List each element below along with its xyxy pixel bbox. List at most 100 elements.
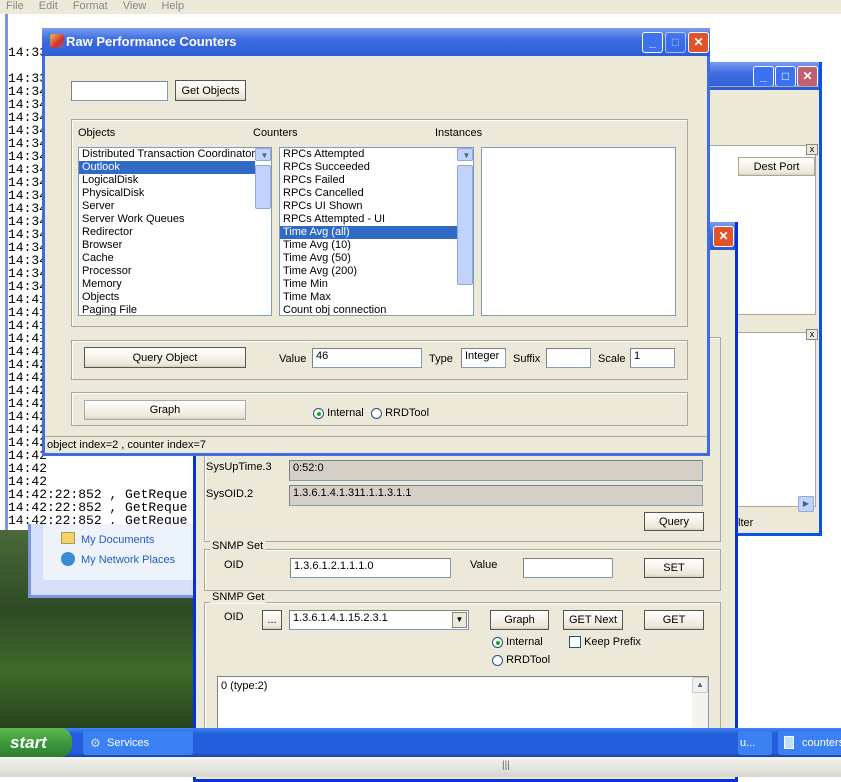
close-button[interactable]: ✕ xyxy=(688,32,709,53)
list-item[interactable]: Processor xyxy=(79,265,255,278)
list-item[interactable]: Redirector xyxy=(79,226,255,239)
instances-listbox[interactable] xyxy=(481,147,676,316)
scrollbar[interactable]: ▲▼ xyxy=(457,148,473,285)
list-item[interactable]: Time Min xyxy=(280,278,457,291)
scale-field[interactable]: 1 xyxy=(630,348,675,368)
list-item[interactable]: Cache xyxy=(79,252,255,265)
value-field[interactable]: 46 xyxy=(312,348,422,368)
type-label: Type xyxy=(429,353,453,365)
instances-label: Instances xyxy=(435,127,483,139)
list-item[interactable]: Paging File xyxy=(79,304,255,315)
counters-listbox[interactable]: RPCs Attempted RPCs Succeeded RPCs Failed R… xyxy=(279,147,474,316)
list-item[interactable]: RPCs Cancelled xyxy=(280,187,457,200)
list-item[interactable]: Time Avg (all) xyxy=(280,226,457,239)
radio-internal[interactable]: Internal xyxy=(313,407,364,419)
document-icon xyxy=(784,736,794,749)
column-header-dest-port[interactable]: Dest Port xyxy=(738,157,815,176)
network-icon xyxy=(61,552,75,566)
list-item[interactable]: Browser xyxy=(79,239,255,252)
scroll-right-arrow[interactable]: ▶ xyxy=(798,496,814,512)
radio-internal[interactable]: Internal xyxy=(492,636,543,648)
list-item[interactable]: Time Avg (50) xyxy=(280,252,457,265)
browse-oid-button[interactable]: ... xyxy=(262,610,282,630)
menu-view[interactable]: View xyxy=(123,0,147,12)
close-pane-icon[interactable]: x xyxy=(806,329,818,340)
menu-help[interactable]: Help xyxy=(161,0,184,12)
scrollbar[interactable]: ▲▼ xyxy=(255,148,271,209)
checkbox-icon xyxy=(569,636,581,649)
status-text: object index=2 , counter index=7 xyxy=(47,439,207,451)
graph-button[interactable]: Graph xyxy=(84,400,246,420)
close-button[interactable]: ✕ xyxy=(713,226,734,247)
radio-icon xyxy=(492,654,503,666)
get-oid-label: OID xyxy=(224,611,244,623)
list-item[interactable]: Distributed Transaction Coordinator xyxy=(79,148,255,161)
maximize-button[interactable]: □ xyxy=(775,66,796,87)
query-object-button[interactable]: Query Object xyxy=(84,347,246,368)
radio-label: RRDTool xyxy=(385,407,430,419)
list-item[interactable]: Time Avg (200) xyxy=(280,265,457,278)
menu-file[interactable]: File xyxy=(6,0,24,12)
list-item[interactable]: RPCs Attempted - UI xyxy=(280,213,457,226)
close-button[interactable]: ✕ xyxy=(797,66,818,87)
list-item[interactable]: Memory xyxy=(79,278,255,291)
get-oid-combobox[interactable]: 1.3.6.1.4.1.15.2.3.1 ▼ xyxy=(289,610,469,630)
minimize-button[interactable]: _ xyxy=(642,32,663,53)
list-item[interactable]: RPCs Attempted xyxy=(280,148,457,161)
get-next-button[interactable]: GET Next xyxy=(563,610,623,630)
list-item[interactable]: Server xyxy=(79,200,255,213)
get-button[interactable]: GET xyxy=(644,610,704,630)
list-item[interactable]: Time Max xyxy=(280,291,457,304)
start-item-my-network-places[interactable]: My Network Places xyxy=(81,554,175,566)
list-item[interactable]: Time Avg (10) xyxy=(280,239,457,252)
list-item[interactable]: Outlook xyxy=(79,161,255,174)
radio-rrdtool[interactable]: RRDTool xyxy=(371,407,429,419)
get-graph-button[interactable]: Graph xyxy=(490,610,549,630)
taskbar-item-truncated[interactable]: u... xyxy=(738,731,772,755)
list-item[interactable]: RPCs Failed xyxy=(280,174,457,187)
menu-format[interactable]: Format xyxy=(73,0,108,12)
list-item[interactable]: RPCs UI Shown xyxy=(280,200,457,213)
sysoid-field: 1.3.6.1.4.1.311.1.1.3.1.1 xyxy=(289,485,703,506)
maximize-button: □ xyxy=(665,32,686,53)
set-value-input[interactable] xyxy=(523,558,613,578)
snmp-set-legend: SNMP Set xyxy=(210,540,266,552)
list-item[interactable]: Objects xyxy=(79,291,255,304)
close-pane-icon[interactable]: x xyxy=(806,144,818,155)
checkbox-label: Keep Prefix xyxy=(584,636,641,648)
set-oid-input[interactable]: 1.3.6.1.2.1.1.1.0 xyxy=(290,558,451,578)
radio-rrdtool[interactable]: RRDTool xyxy=(492,654,550,666)
raw-performance-counters-window: Raw Performance Counters _ □ ✕ Get Objec… xyxy=(42,28,710,456)
type-field[interactable]: Integer xyxy=(461,348,506,368)
app-icon xyxy=(50,34,64,48)
get-objects-button[interactable]: Get Objects xyxy=(175,80,246,101)
list-item[interactable]: PhysicalDisk xyxy=(79,187,255,200)
radio-label: Internal xyxy=(506,636,543,648)
folder-icon xyxy=(61,532,75,544)
start-button[interactable]: start xyxy=(0,728,72,757)
minimize-button[interactable]: _ xyxy=(753,66,774,87)
menu-edit[interactable]: Edit xyxy=(39,0,58,12)
horizontal-scrollbar[interactable]: ||| xyxy=(0,757,841,777)
status-text: lter xyxy=(738,517,754,529)
list-item[interactable]: Count obj connection xyxy=(280,304,457,315)
gear-icon: ⚙ xyxy=(90,736,101,750)
keep-prefix-checkbox[interactable]: Keep Prefix xyxy=(569,636,641,649)
get-oid-value: 1.3.6.1.4.1.15.2.3.1 xyxy=(293,612,388,624)
objects-listbox[interactable]: Distributed Transaction Coordinator Outlo… xyxy=(78,147,272,316)
start-menu-fragment: My Documents My Network Places xyxy=(28,524,198,598)
set-button[interactable]: SET xyxy=(644,558,704,578)
object-filter-input[interactable] xyxy=(71,81,168,101)
set-oid-label: OID xyxy=(224,559,244,571)
chevron-down-icon[interactable]: ▼ xyxy=(452,612,467,628)
snmp-get-legend: SNMP Get xyxy=(210,591,267,603)
query-button[interactable]: Query xyxy=(644,512,704,531)
taskbar: start Services ⚙ u... counters xyxy=(0,728,841,757)
list-item[interactable]: Server Work Queues xyxy=(79,213,255,226)
start-item-my-documents[interactable]: My Documents xyxy=(81,534,154,546)
suffix-field[interactable] xyxy=(546,348,591,368)
list-item[interactable]: LogicalDisk xyxy=(79,174,255,187)
radio-icon xyxy=(492,636,503,648)
list-item[interactable]: RPCs Succeeded xyxy=(280,161,457,174)
status-bar: object index=2 , counter index=7 xyxy=(45,436,707,453)
